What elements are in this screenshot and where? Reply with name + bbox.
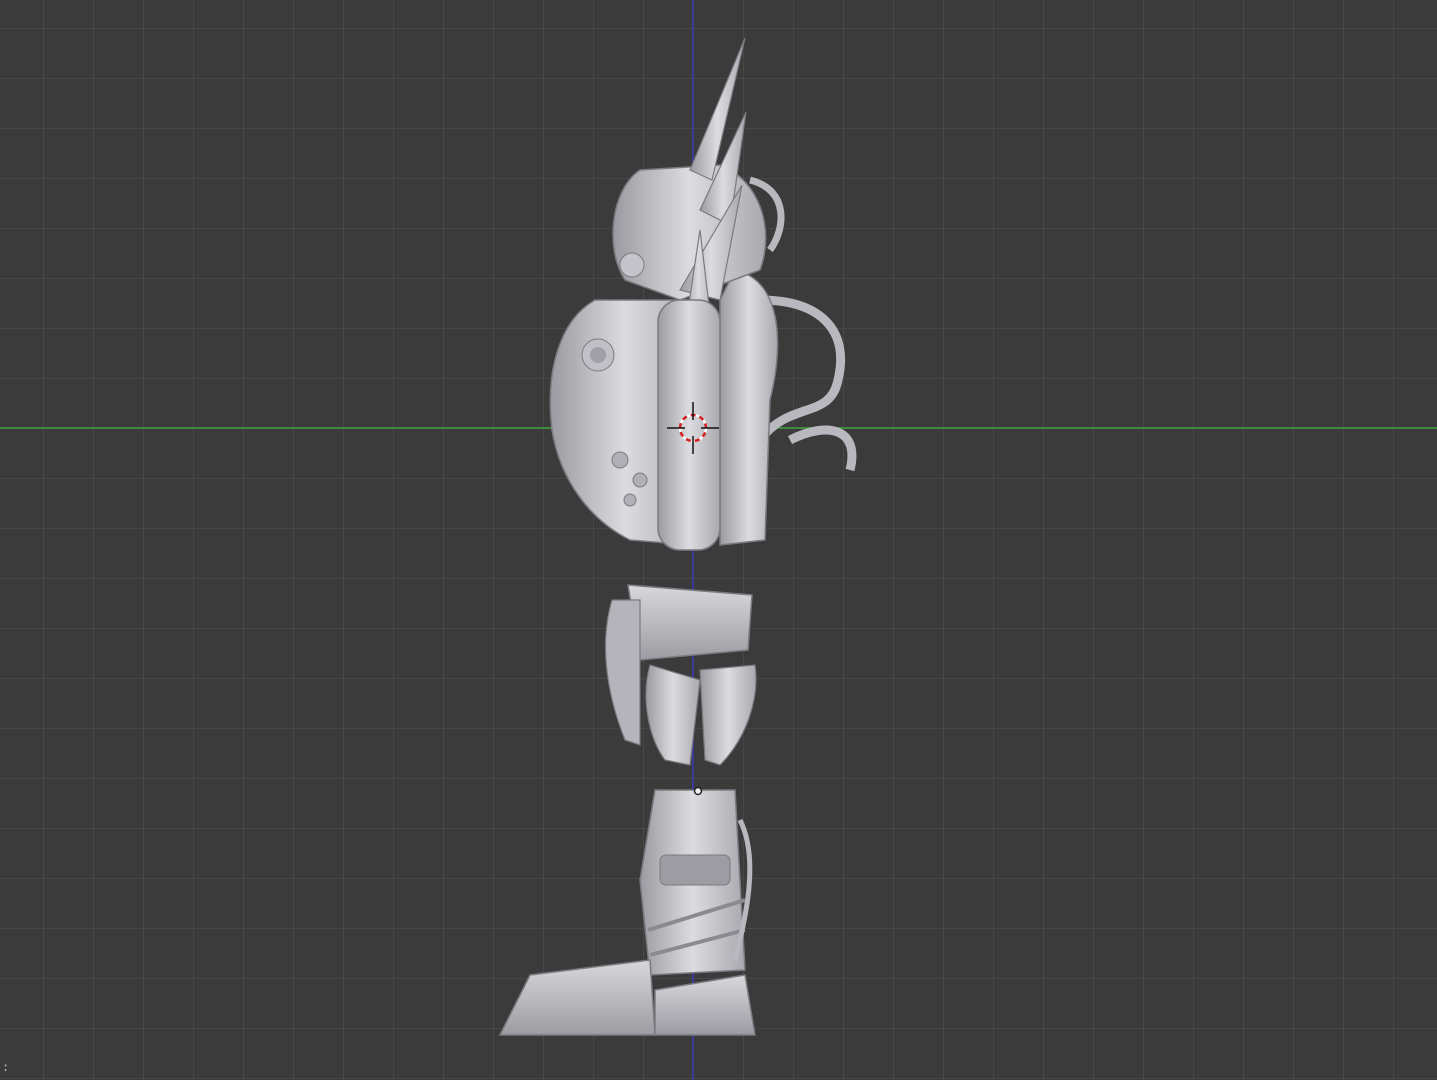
boot-heel [654, 974, 756, 1036]
3d-viewport[interactable]: : [0, 0, 1437, 1080]
robot-character-model[interactable] [0, 0, 1437, 1080]
claw-right [699, 664, 757, 766]
backpack [719, 269, 779, 546]
viewport-corner-text: : [2, 1060, 10, 1074]
claw-left [645, 664, 701, 766]
forearm-cuff [627, 584, 753, 661]
object-origin-icon[interactable] [693, 786, 703, 796]
3d-cursor-icon[interactable] [667, 402, 719, 454]
boot-foot [498, 959, 656, 1036]
